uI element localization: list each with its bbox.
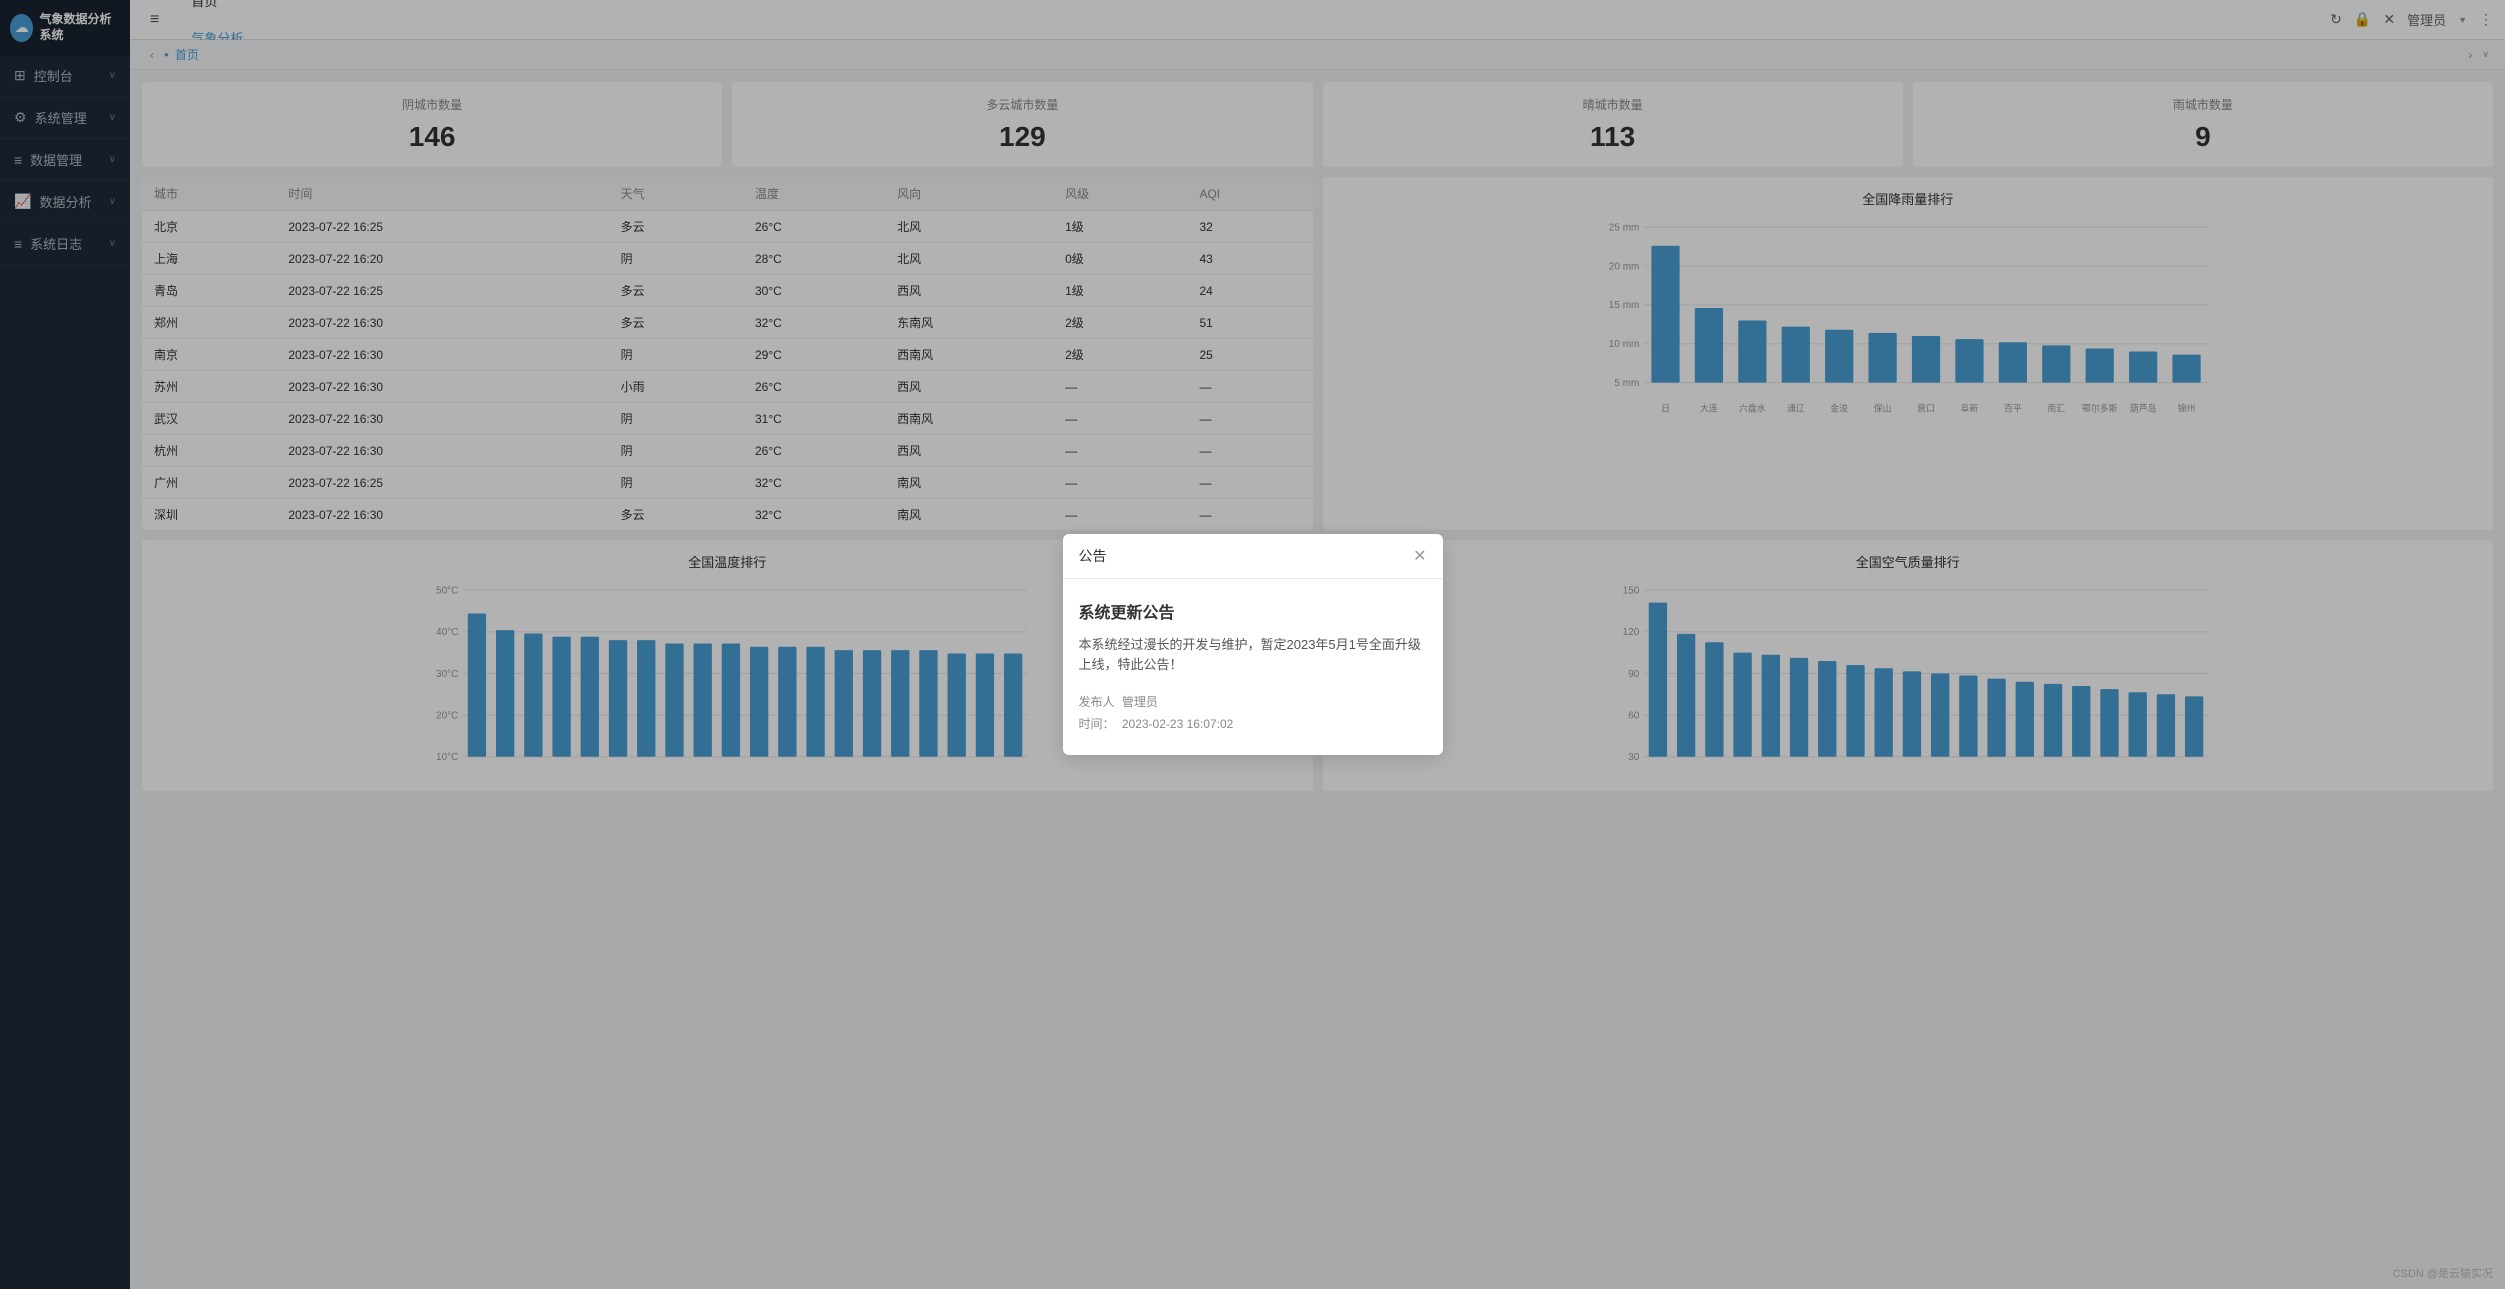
modal-footer: 发布人 管理员 时间： 2023-02-23 16:07:02 (1079, 692, 1427, 735)
announcement-modal: 公告 ✕ 系统更新公告 本系统经过漫长的开发与维护，暂定2023年5月1号全面升… (1063, 534, 1443, 756)
modal-overlay[interactable]: 公告 ✕ 系统更新公告 本系统经过漫长的开发与维护，暂定2023年5月1号全面升… (0, 0, 2505, 1289)
modal-header: 公告 ✕ (1063, 534, 1443, 579)
modal-sender-label: 发布人 (1079, 695, 1115, 709)
modal-close-button[interactable]: ✕ (1413, 546, 1426, 566)
modal-content-text: 本系统经过漫长的开发与维护，暂定2023年5月1号全面升级上线，特此公告！ (1079, 635, 1427, 677)
modal-time-value: 2023-02-23 16:07:02 (1122, 717, 1233, 731)
modal-main-title: 系统更新公告 (1079, 599, 1427, 623)
modal-body: 系统更新公告 本系统经过漫长的开发与维护，暂定2023年5月1号全面升级上线，特… (1063, 579, 1443, 756)
modal-header-title: 公告 (1079, 546, 1107, 566)
modal-time-label: 时间： (1079, 717, 1115, 731)
modal-sender-name: 管理员 (1122, 695, 1158, 709)
